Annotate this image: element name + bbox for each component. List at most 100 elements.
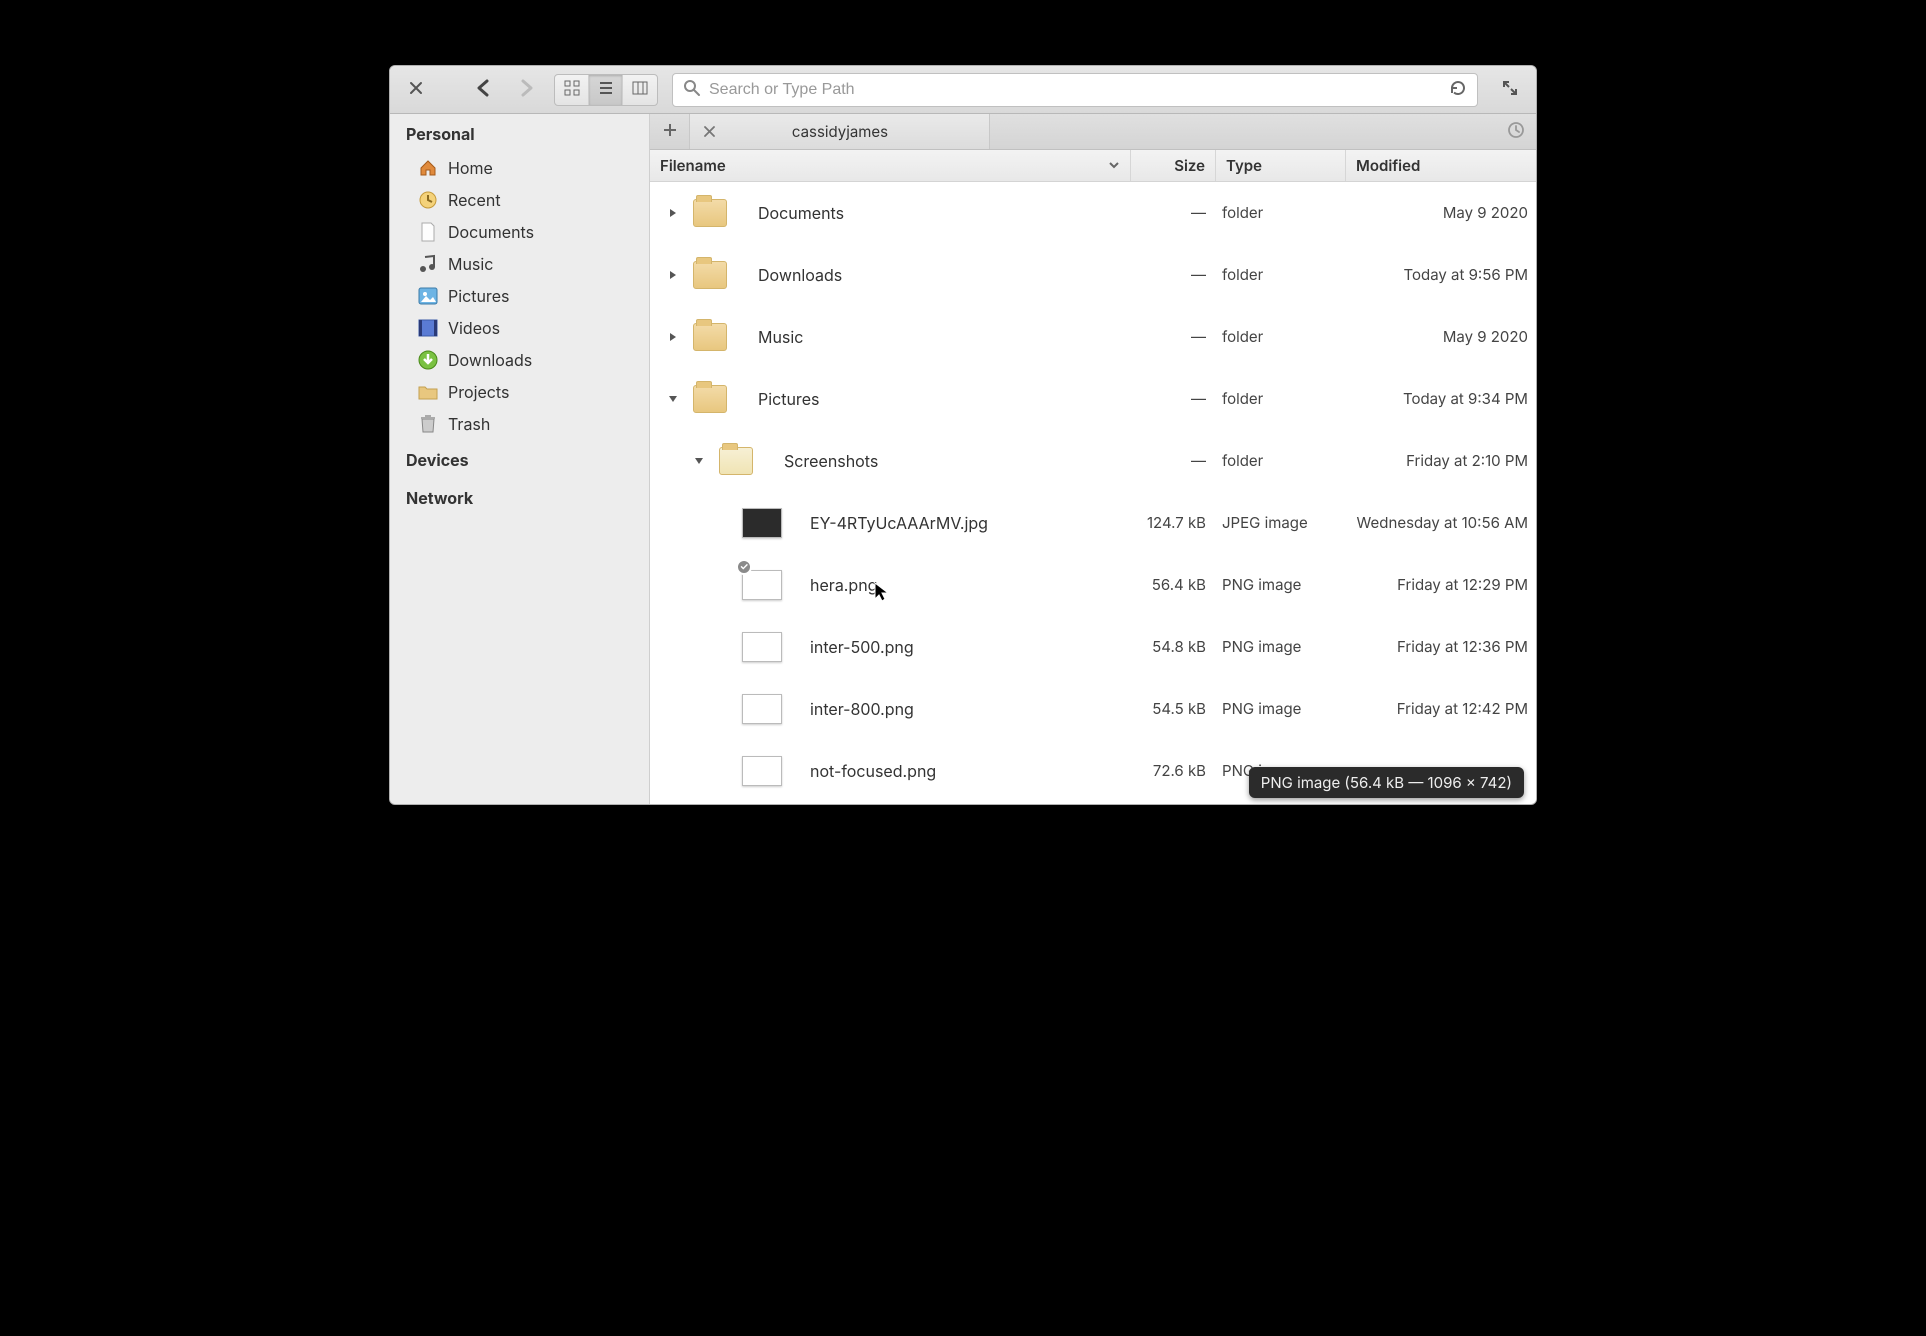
file-modified-label: Today at 9:56 PM xyxy=(1346,265,1536,284)
file-type-label: folder xyxy=(1216,265,1346,284)
disclosure-triangle-icon xyxy=(716,700,734,718)
downloads-icon xyxy=(418,350,438,370)
file-type-label: PNG image xyxy=(1216,575,1346,594)
toolbar xyxy=(390,66,1536,114)
file-size-label: — xyxy=(1131,327,1216,346)
sidebar-item-documents[interactable]: Documents xyxy=(390,216,649,248)
view-list-button[interactable] xyxy=(589,75,623,105)
image-thumbnail-icon xyxy=(742,689,782,729)
file-modified-label: May 9 2020 xyxy=(1346,203,1536,222)
disclosure-triangle-icon[interactable] xyxy=(664,266,682,284)
folder-icon xyxy=(690,193,730,233)
search-icon xyxy=(683,79,701,101)
plus-icon xyxy=(663,122,677,141)
disclosure-triangle-icon[interactable] xyxy=(690,452,708,470)
disclosure-triangle-icon[interactable] xyxy=(664,204,682,222)
new-tab-button[interactable] xyxy=(650,114,690,149)
sort-indicator-icon xyxy=(1108,156,1120,175)
file-modified-label: Friday at 2:10 PM xyxy=(1346,451,1536,470)
sidebar-item-label: Pictures xyxy=(448,286,509,306)
file-size-label: 72.6 kB xyxy=(1131,761,1216,780)
column-header-size[interactable]: Size xyxy=(1131,150,1216,181)
sidebar-item-music[interactable]: Music xyxy=(390,248,649,280)
file-row[interactable]: Music—folderMay 9 2020 xyxy=(650,306,1536,368)
file-modified-label: Friday at 12:36 PM xyxy=(1346,637,1536,656)
sidebar-item-label: Music xyxy=(448,254,493,274)
view-grid-button[interactable] xyxy=(555,75,589,105)
disclosure-triangle-icon xyxy=(716,638,734,656)
file-modified-label: Friday at 12:29 PM xyxy=(1346,575,1536,594)
sidebar-item-label: Recent xyxy=(448,190,501,210)
main-pane: cassidyjames Filename Size Type xyxy=(650,114,1536,804)
home-icon xyxy=(418,158,438,178)
path-search-bar[interactable] xyxy=(672,73,1478,107)
file-size-label: — xyxy=(1131,389,1216,408)
file-modified-label: Today at 9:34 PM xyxy=(1346,389,1536,408)
nav-back-button[interactable] xyxy=(466,74,502,106)
file-size-label: — xyxy=(1131,265,1216,284)
sidebar: Personal Home Recent Documents Music Pictures… xyxy=(390,114,650,804)
file-type-label: JPEG image xyxy=(1216,513,1346,532)
pictures-icon xyxy=(418,286,438,306)
file-list[interactable]: Documents—folderMay 9 2020Downloads—fold… xyxy=(650,182,1536,804)
grid-icon xyxy=(564,80,580,100)
close-button[interactable] xyxy=(398,74,434,106)
file-type-label: PNG image xyxy=(1216,637,1346,656)
file-row[interactable]: Documents—folderMay 9 2020 xyxy=(650,182,1536,244)
sidebar-item-label: Projects xyxy=(448,382,509,402)
history-button[interactable] xyxy=(1496,114,1536,149)
column-headers: Filename Size Type Modified xyxy=(650,150,1536,182)
expand-icon xyxy=(1502,80,1518,100)
file-row[interactable]: ✓hera.png56.4 kBPNG imageFriday at 12:29… xyxy=(650,554,1536,616)
list-icon xyxy=(598,80,614,100)
file-modified-label: Friday at 12:42 PM xyxy=(1346,699,1536,718)
search-input[interactable] xyxy=(709,81,1441,99)
arrow-right-icon xyxy=(515,77,537,103)
file-name-label: EY-4RTyUcAAArMV.jpg xyxy=(810,513,988,533)
close-icon xyxy=(409,80,423,99)
sidebar-section-header: Network xyxy=(390,478,649,516)
sidebar-item-trash[interactable]: Trash xyxy=(390,408,649,440)
sidebar-item-downloads[interactable]: Downloads xyxy=(390,344,649,376)
sidebar-item-label: Home xyxy=(448,158,493,178)
column-header-modified[interactable]: Modified xyxy=(1346,150,1536,181)
file-type-label: PNG image xyxy=(1216,699,1346,718)
disclosure-triangle-icon[interactable] xyxy=(664,390,682,408)
file-row[interactable]: inter-800.png54.5 kBPNG imageFriday at 1… xyxy=(650,678,1536,740)
sidebar-item-videos[interactable]: Videos xyxy=(390,312,649,344)
sidebar-item-projects[interactable]: Projects xyxy=(390,376,649,408)
file-name-label: Pictures xyxy=(758,389,819,409)
file-modified-label: May 9 2020 xyxy=(1346,327,1536,346)
file-row[interactable]: Downloads—folderToday at 9:56 PM xyxy=(650,244,1536,306)
refresh-icon[interactable] xyxy=(1449,79,1467,101)
folder-icon xyxy=(690,317,730,357)
sidebar-item-label: Trash xyxy=(448,414,490,434)
tab-label: cassidyjames xyxy=(725,122,975,141)
file-row[interactable]: inter-500.png54.8 kBPNG imageFriday at 1… xyxy=(650,616,1536,678)
sidebar-item-recent[interactable]: Recent xyxy=(390,184,649,216)
image-thumbnail-icon xyxy=(742,503,782,543)
file-row[interactable]: EY-4RTyUcAAArMV.jpg124.7 kBJPEG imageWed… xyxy=(650,492,1536,554)
disclosure-triangle-icon[interactable] xyxy=(664,328,682,346)
file-size-label: 56.4 kB xyxy=(1131,575,1216,594)
file-name-label: hera.png xyxy=(810,575,877,595)
file-row[interactable]: Pictures—folderToday at 9:34 PM xyxy=(650,368,1536,430)
sidebar-item-home[interactable]: Home xyxy=(390,152,649,184)
file-name-label: not-focused.png xyxy=(810,761,936,781)
column-header-filename[interactable]: Filename xyxy=(650,150,1131,181)
maximize-button[interactable] xyxy=(1492,74,1528,106)
sidebar-item-label: Videos xyxy=(448,318,500,338)
tab-active[interactable]: cassidyjames xyxy=(690,114,990,149)
file-info-tooltip: PNG image (56.4 kB — 1096 × 742) xyxy=(1249,767,1524,798)
file-size-label: — xyxy=(1131,451,1216,470)
nav-forward-button[interactable] xyxy=(508,74,544,106)
view-columns-button[interactable] xyxy=(623,75,657,105)
file-row[interactable]: Screenshots—folderFriday at 2:10 PM xyxy=(650,430,1536,492)
sidebar-section-header: Personal xyxy=(390,114,649,152)
image-thumbnail-icon xyxy=(742,627,782,667)
tab-close-button[interactable] xyxy=(704,122,715,141)
file-size-label: 124.7 kB xyxy=(1131,513,1216,532)
file-size-label: — xyxy=(1131,203,1216,222)
column-header-type[interactable]: Type xyxy=(1216,150,1346,181)
sidebar-item-pictures[interactable]: Pictures xyxy=(390,280,649,312)
